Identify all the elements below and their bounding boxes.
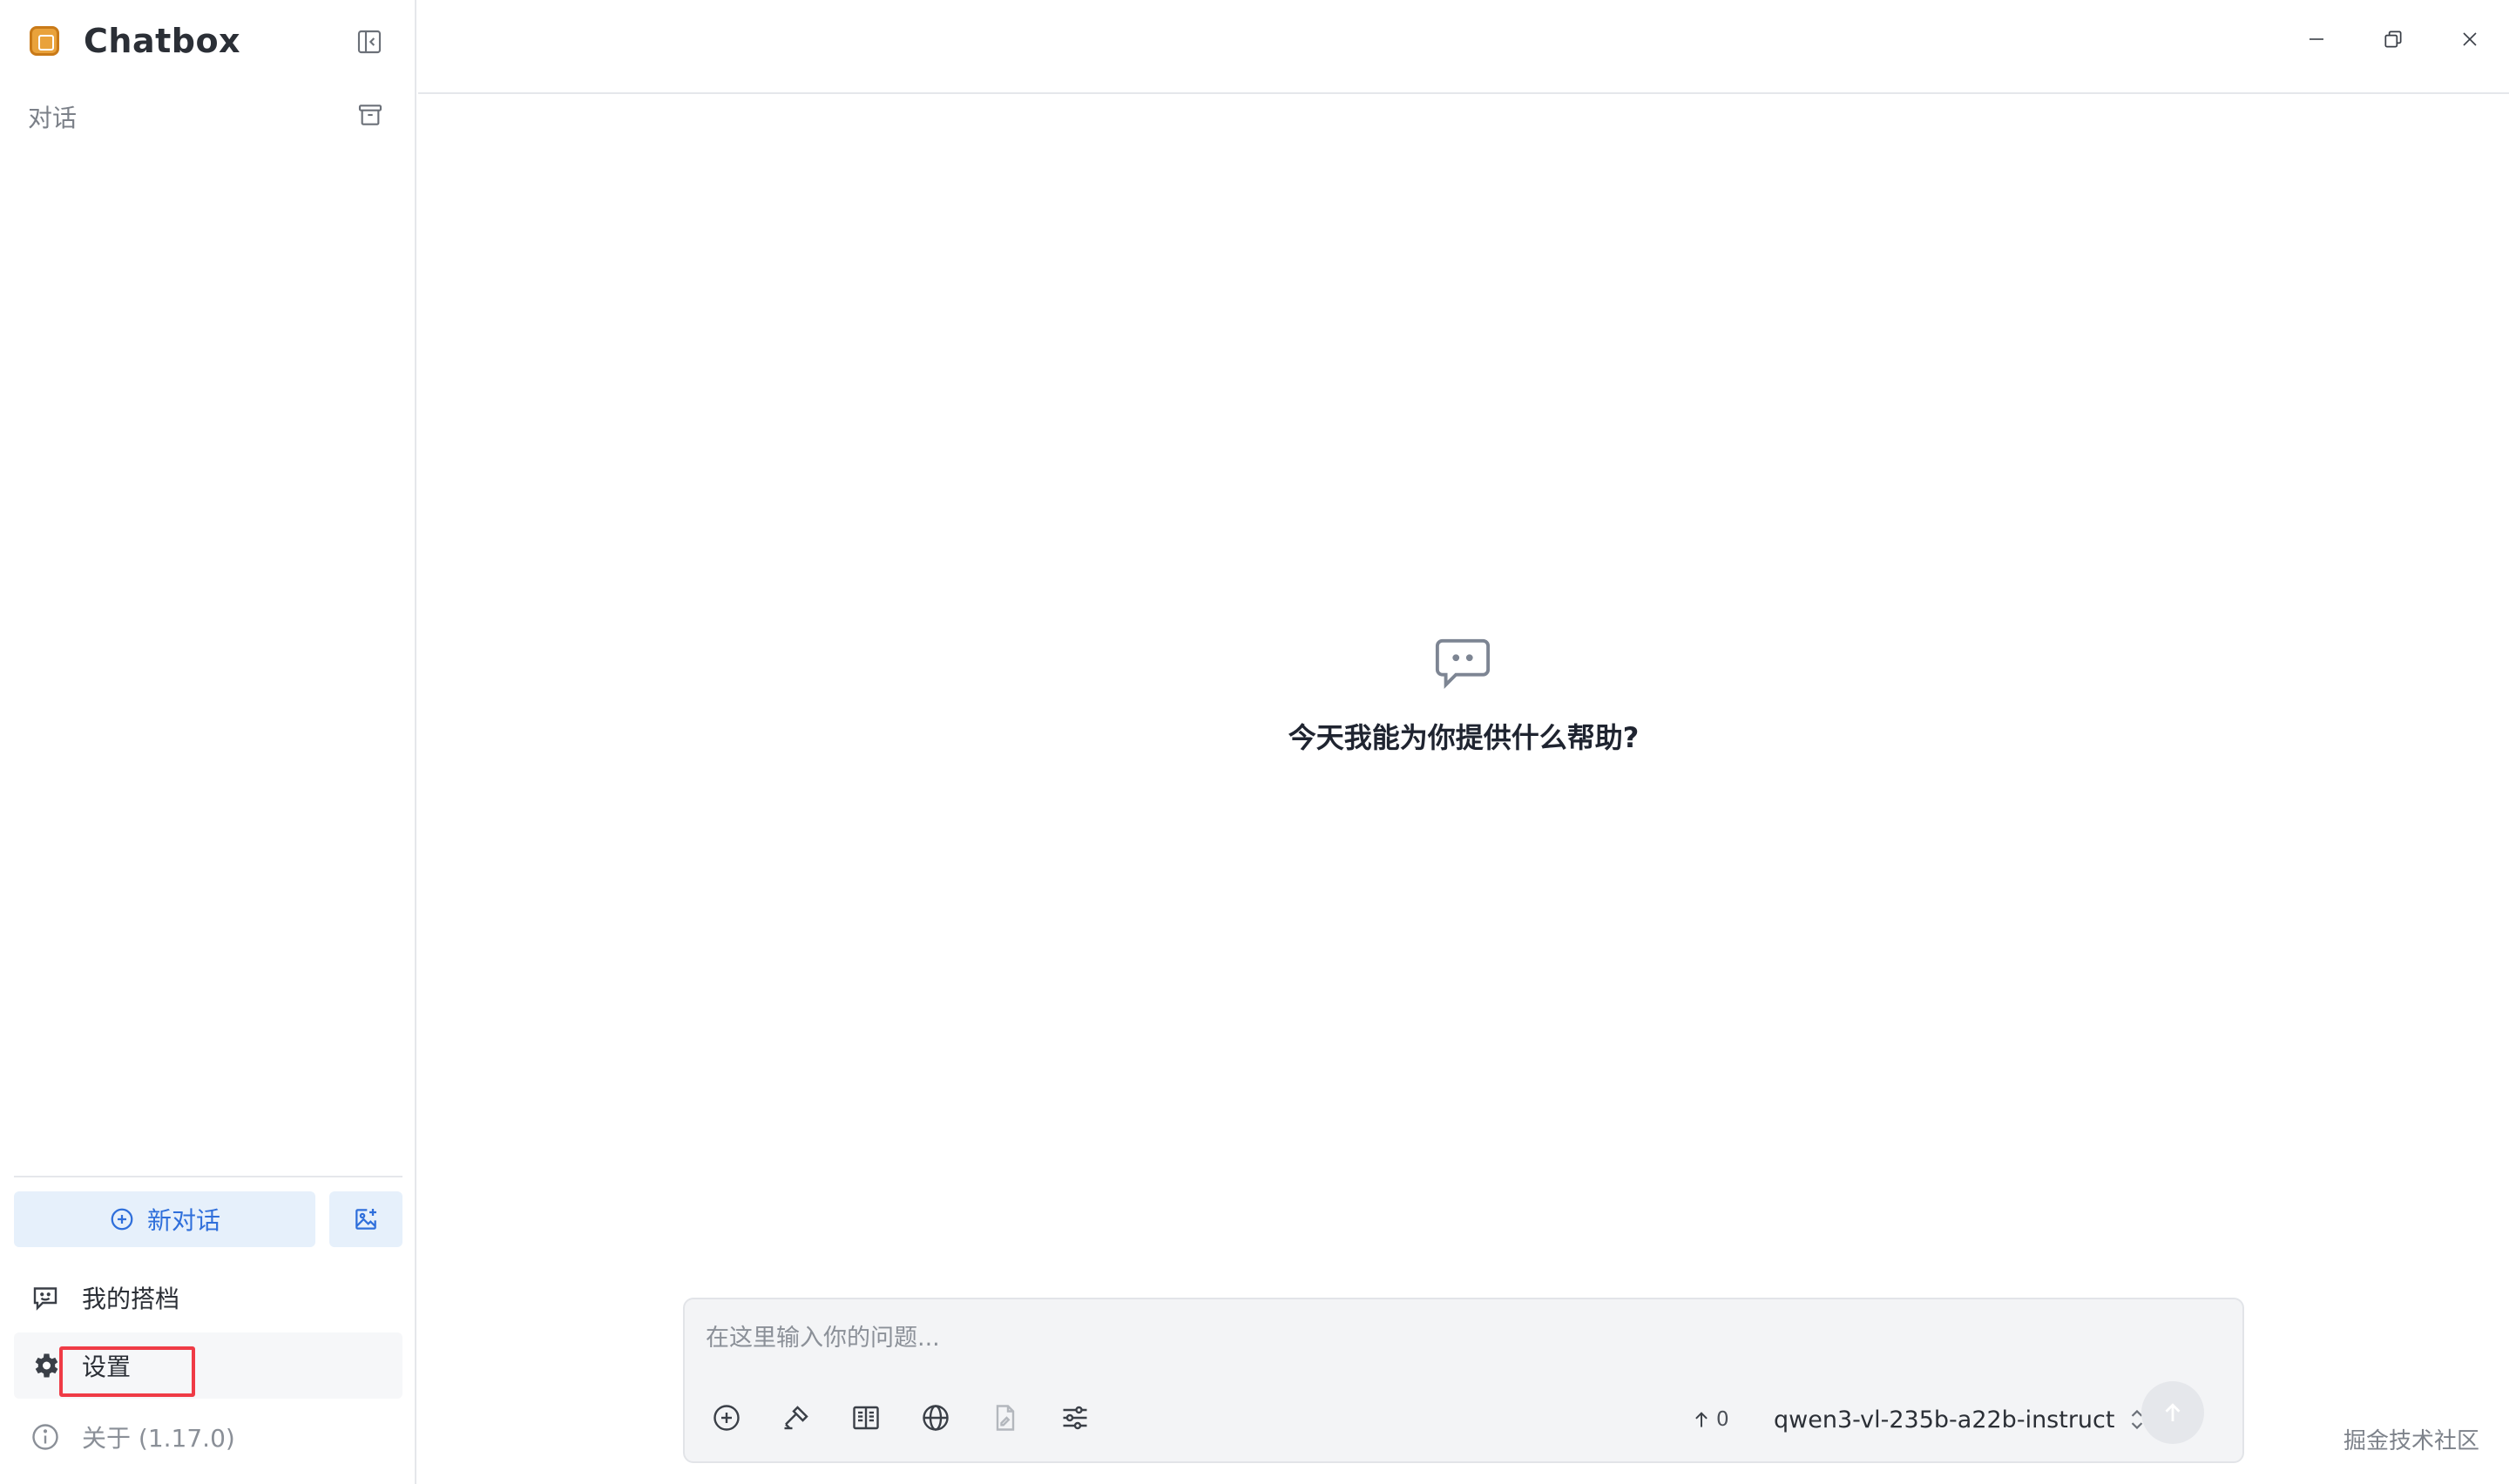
attach-button[interactable] xyxy=(707,1399,746,1437)
web-search-button[interactable] xyxy=(916,1399,955,1437)
restore-icon xyxy=(2382,28,2404,51)
plus-circle-icon xyxy=(711,1402,742,1433)
token-counter: 0 xyxy=(1694,1404,1729,1435)
archive-icon[interactable] xyxy=(355,101,385,129)
chat-smile-icon xyxy=(28,1280,63,1315)
new-chat-label: 新对话 xyxy=(146,1206,220,1235)
close-icon xyxy=(2459,29,2480,50)
file-button[interactable] xyxy=(986,1399,1025,1437)
watermark: 掘金技术社区 xyxy=(2343,1428,2480,1454)
sidebar-item-my-copilots[interactable]: 我的搭档 xyxy=(14,1265,402,1331)
plus-circle-icon xyxy=(109,1206,135,1232)
sidebar-item-about[interactable]: 关于 (1.17.0) xyxy=(14,1404,402,1470)
brand: Chatbox xyxy=(30,22,241,60)
minimize-icon xyxy=(2306,29,2327,50)
tools-button[interactable] xyxy=(777,1399,815,1437)
send-arrow-icon xyxy=(2160,1400,2186,1426)
info-icon xyxy=(28,1420,63,1454)
brand-title: Chatbox xyxy=(84,22,241,60)
sidebar-item-label: 设置 xyxy=(82,1352,132,1381)
send-button[interactable] xyxy=(2141,1381,2204,1444)
chat-bubble-icon xyxy=(1432,636,1493,693)
welcome-heading: 今天我能为你提供什么帮助? xyxy=(1288,721,1640,754)
sidebar-item-label: 我的搭档 xyxy=(82,1285,180,1313)
sidebar-divider xyxy=(14,1176,402,1177)
model-name: qwen3-vl-235b-a22b-instruct xyxy=(1774,1406,2115,1433)
minimize-button[interactable] xyxy=(2300,23,2333,56)
settings-options-button[interactable] xyxy=(1056,1399,1094,1437)
sidebar: Chatbox 对话 新对话 我的搭档 设置 关于 (1.17.0) xyxy=(0,0,416,1484)
book-icon xyxy=(850,1402,882,1433)
main-panel: 今天我能为你提供什么帮助? 在这里输入你的问题... 0 qwen3-vl-23… xyxy=(418,0,2509,1484)
close-button[interactable] xyxy=(2453,23,2486,56)
conversations-label: 对话 xyxy=(28,104,78,132)
arrow-up-icon xyxy=(1694,1410,1709,1429)
gear-icon xyxy=(28,1348,63,1383)
model-selector[interactable]: qwen3-vl-235b-a22b-instruct xyxy=(1774,1402,2146,1437)
title-bar xyxy=(418,0,2509,94)
sidebar-item-label: 关于 (1.17.0) xyxy=(82,1424,235,1453)
token-count-value: 0 xyxy=(1716,1408,1729,1431)
message-input[interactable] xyxy=(706,1317,2222,1359)
new-image-chat-button[interactable] xyxy=(329,1191,402,1247)
sliders-icon xyxy=(1059,1402,1091,1433)
sidebar-item-settings[interactable]: 设置 xyxy=(14,1332,402,1399)
app-window: Chatbox 对话 新对话 我的搭档 设置 关于 (1.17.0) 今天我能为… xyxy=(0,0,2509,1484)
message-composer: 0 qwen3-vl-235b-a22b-instruct xyxy=(683,1298,2244,1463)
image-plus-icon xyxy=(352,1205,380,1233)
knowledge-base-button[interactable] xyxy=(847,1399,885,1437)
chatbox-logo-icon xyxy=(30,26,59,56)
hammer-icon xyxy=(781,1402,812,1433)
globe-icon xyxy=(920,1402,951,1433)
maximize-button[interactable] xyxy=(2377,23,2410,56)
sidebar-collapse-icon[interactable] xyxy=(355,28,383,56)
file-icon xyxy=(990,1402,1021,1433)
new-chat-button[interactable]: 新对话 xyxy=(14,1191,315,1247)
